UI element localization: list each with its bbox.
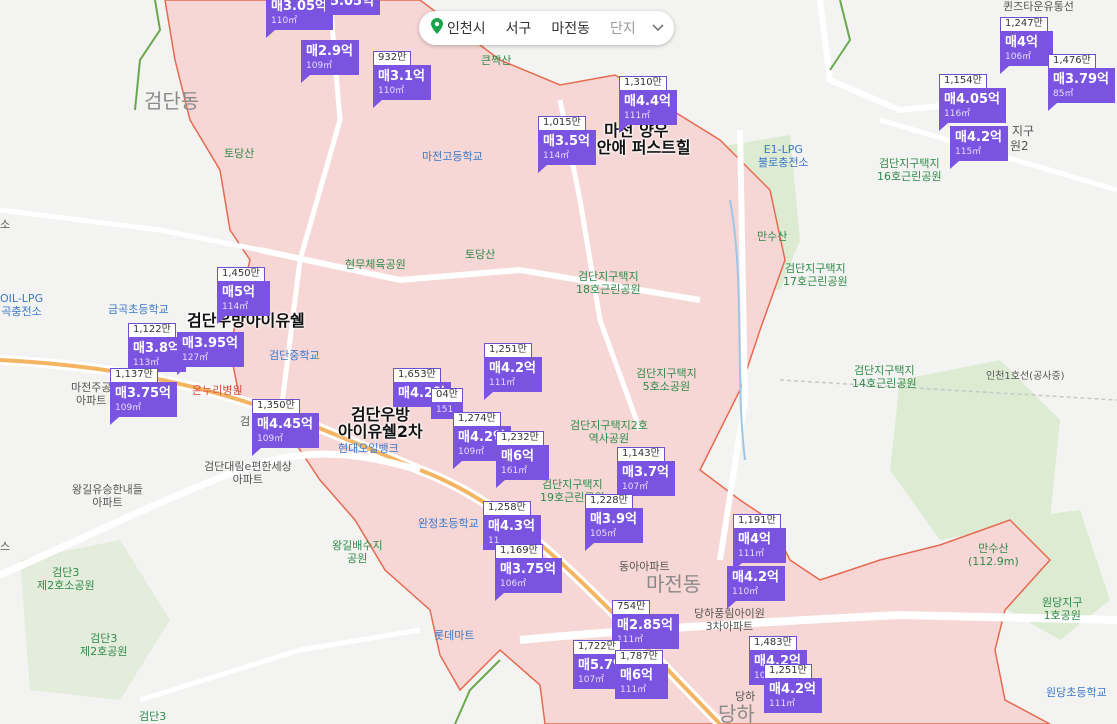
map-label: 검단지구택지 16호근린공원 [877,157,942,183]
price-marker[interactable]: 1,350만 매4.45억 109㎡ [252,393,319,456]
map-label: 당하 [718,702,755,724]
price-marker[interactable]: 1,015만 매3.5억 114㎡ [538,110,596,173]
map-label: 원2 [1010,139,1029,153]
price-marker[interactable]: 1,154만 매4.05억 116㎡ [939,68,1006,131]
city-selector[interactable]: 인천시 [443,18,496,38]
map-label: 검단대림e편한세상 아파트 [204,460,292,486]
map-label: 마전동 [646,572,702,596]
map-label: 검단지구택지 14호근린공원 [852,364,917,390]
map-label: 당하 [735,690,756,703]
price-marker[interactable]: 1,137만 매3.75억 109㎡ [110,362,177,425]
price-marker[interactable]: 1,787만 매6억 111㎡ [615,644,668,699]
map-label: 인천1호선(공사중) [986,371,1065,382]
map-label: 검 [240,415,251,428]
map-label: 온누리병원 [192,384,243,397]
price-marker[interactable]: 매4.2억 115㎡ [950,126,1008,169]
price-marker[interactable]: 1,251만 매4.2억 111㎡ [484,337,542,400]
price-marker[interactable]: 1,476만 매3.79억 85㎡ [1048,48,1115,111]
map-label: 검단지구택지 17호근린공원 [783,262,848,288]
map-label: 스 [0,540,11,553]
map-label: 원당초등학교 [1046,686,1107,699]
map-label: 만수산 (112.9m) [968,542,1019,568]
location-filter-bar[interactable]: 인천시 서구 마전동 단지 [419,11,674,45]
price-marker[interactable]: 1,310만 매4.4억 111㎡ [619,70,677,133]
map-label: 토당산 [465,248,496,261]
price-marker[interactable]: 1,450만 매5억 114㎡ [217,261,270,324]
price-marker[interactable]: 매2.9억 109㎡ [301,40,359,83]
map-label: 토당산 [224,147,255,160]
map-label: 검단지구택지 5호소공원 [636,367,697,393]
map-label: 롯데마트 [434,629,475,642]
map-label: 만수산 [757,230,788,243]
price-marker[interactable]: 1,232만 매6억 161㎡ [496,425,549,488]
chevron-down-icon[interactable] [652,20,664,36]
price-marker[interactable]: 932만 매3.1억 110㎡ [373,45,431,108]
price-marker[interactable]: 1,228만 매3.9억 105㎡ [585,488,643,551]
map-label: 현대오일뱅크 [338,442,399,455]
price-marker[interactable]: 1,169만 매3.75억 106㎡ [495,538,562,601]
map-label: 원당지구 1호공원 [1042,596,1083,622]
complex-selector[interactable]: 단지 [600,18,646,38]
map-label: 검단3 [139,710,167,723]
price-marker[interactable]: 1,191만 매4억 111㎡ [733,508,786,571]
map-label: 검단3 제2호공원 [80,632,128,658]
price-marker[interactable]: 5.05억 [325,0,381,15]
price-marker[interactable]: 1,251만 매4.2억 111㎡ [764,658,822,713]
map-label: 마전고등학교 [422,150,483,163]
map-label: 소 [0,218,11,231]
map-label: 검단지구택지 18호근린공원 [576,270,641,296]
map-label: 왕길배수지 공원 [332,539,383,565]
dong-selector[interactable]: 마전동 [541,18,600,38]
district-selector[interactable]: 서구 [496,18,542,38]
map-label: OIL-LPG 곡충전소 [0,292,44,318]
price-marker[interactable]: 매3.95억 127㎡ [177,332,244,375]
price-marker[interactable]: 매4.2억 110㎡ [727,566,785,609]
map-label: 완정초등학교 [418,517,479,530]
map-label: E1-LPG 불로충전소 [758,143,809,169]
map-label: 왕길유승한내들 아파트 [72,483,143,509]
map-pin-icon [431,18,443,38]
map-label: 동아아파트 [619,560,670,573]
map-label: 검단동 [144,89,200,113]
price-marker[interactable]: 1,247만 매4억 106㎡ [1000,11,1053,74]
map-canvas[interactable]: 검단동 마전동 당하 토당산 마전고등학교 큰짝산 현무체육공원 토당산 검단지… [0,0,1117,724]
map-label: 검단3 제2호소공원 [37,566,95,592]
map-label: 검단중학교 [269,349,320,362]
map-label: 지구 [1012,124,1035,138]
map-label: 현무체육공원 [345,258,406,271]
apartment-name-label[interactable]: 검단우방 아이유쉘2차 [338,406,423,440]
map-label: 큰짝산 [481,54,512,67]
price-marker[interactable]: 매3.05억 110㎡ [266,0,333,38]
map-label: 마전주공 아파트 [71,381,112,407]
map-label: 금곡초등학교 [108,303,169,316]
